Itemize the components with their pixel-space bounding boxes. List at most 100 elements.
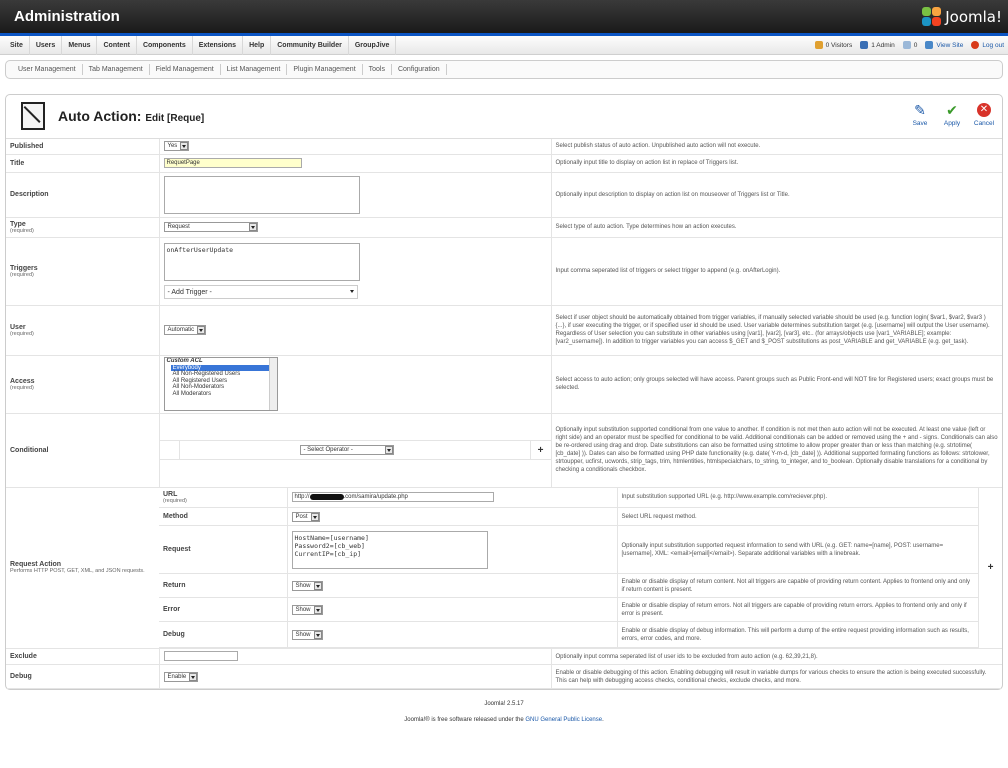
exclude-input[interactable] xyxy=(163,650,238,661)
method-value: Post xyxy=(295,513,308,520)
submenu-list-management[interactable]: List Management xyxy=(221,64,288,75)
save-button[interactable]: ✎ Save xyxy=(907,100,933,128)
method-desc: Select URL request method. xyxy=(617,507,978,526)
add-trigger-select[interactable]: - Add Trigger - xyxy=(163,285,358,299)
menu-community-builder[interactable]: Community Builder xyxy=(271,35,349,55)
type-value: Request xyxy=(167,224,190,230)
url-desc: Input substitution supported URL (e.g. h… xyxy=(617,487,978,508)
user-required: (required) xyxy=(10,330,34,337)
debug-value: Enable xyxy=(167,673,187,680)
page-title: Auto Action: Edit [Reque] xyxy=(58,108,204,124)
joomla-logo[interactable]: Joomla! xyxy=(922,7,1002,27)
request-debug-value: Show xyxy=(295,631,311,638)
url-value-pre: http:// xyxy=(294,494,310,501)
dropdown-arrow-icon xyxy=(310,512,319,521)
visitors-status[interactable]: 0 Visitors xyxy=(814,41,853,49)
type-required: (required) xyxy=(10,227,34,234)
description-desc: Optionally input description to display … xyxy=(551,172,1002,218)
cancel-label: Cancel xyxy=(973,120,995,127)
menu-components[interactable]: Components xyxy=(137,35,193,55)
dropdown-arrow-icon xyxy=(180,142,189,151)
published-desc: Select publish status of auto action. Un… xyxy=(551,139,1002,155)
exclude-desc: Optionally input comma seperated list of… xyxy=(551,648,1002,665)
toolbar: Auto Action: Edit [Reque] ✎ Save ✔ Apply… xyxy=(6,95,1002,139)
type-desc: Select type of auto action. Type determi… xyxy=(551,217,1002,238)
request-debug-select[interactable]: Show xyxy=(291,629,323,640)
operator-value: - Select Operator - xyxy=(303,447,353,453)
menu-site[interactable]: Site xyxy=(4,35,30,55)
menu-help[interactable]: Help xyxy=(243,35,272,55)
request-label: Request xyxy=(159,525,287,574)
url-label: URL xyxy=(163,490,178,498)
checkmark-icon: ✔ xyxy=(946,101,958,118)
menu-extensions[interactable]: Extensions xyxy=(193,35,244,55)
access-label: Access xyxy=(10,377,35,385)
menu-menus[interactable]: Menus xyxy=(62,35,98,55)
row-request-action: Request Action Performs HTTP POST, GET, X… xyxy=(6,487,1002,649)
request-desc: Optionally input substitution supported … xyxy=(617,525,978,574)
logout-label: Log out xyxy=(982,41,1004,49)
license-post: . xyxy=(602,717,604,723)
type-select[interactable]: Request xyxy=(163,222,258,232)
admins-label: 1 Admin xyxy=(871,41,895,49)
method-select[interactable]: Post xyxy=(291,511,320,522)
access-option[interactable]: All Moderators xyxy=(171,391,277,398)
license-pre: Joomla!® is free software released under… xyxy=(404,717,526,723)
url-required: (required) xyxy=(163,497,187,504)
menu-groupjive[interactable]: GroupJive xyxy=(349,35,397,55)
return-value: Show xyxy=(295,582,311,589)
access-required: (required) xyxy=(10,384,34,391)
app-title: Administration xyxy=(14,8,120,25)
view-site-label: View Site xyxy=(936,41,964,49)
row-conditional: Conditional - Select Operator - + Option… xyxy=(6,413,1002,488)
row-debug: Debug Enable Enable or disable debugging… xyxy=(6,664,1002,689)
published-select[interactable]: Yes xyxy=(163,141,190,152)
dropdown-arrow-icon xyxy=(313,630,322,639)
user-desc: Select if user object should be automati… xyxy=(551,305,1002,356)
type-label: Type xyxy=(10,220,26,228)
auto-action-form: Published Yes Select publish status of a… xyxy=(6,139,1002,689)
logo-text: Joomla! xyxy=(945,8,1002,26)
request-action-table: URL (required) http:// .com/samira/update.… xyxy=(159,487,978,648)
messages-status[interactable]: 0 xyxy=(902,41,917,49)
visitors-label: 0 Visitors xyxy=(825,41,853,49)
return-select[interactable]: Show xyxy=(291,580,323,591)
admins-status[interactable]: 1 Admin xyxy=(860,41,895,49)
user-select[interactable]: Automatic xyxy=(163,325,207,335)
row-request: Request HostName=[username] Password2=[c… xyxy=(159,525,978,574)
user-label-cell: User (required) xyxy=(6,305,159,356)
debug-select[interactable]: Enable xyxy=(163,671,199,682)
add-request-action-button[interactable]: + xyxy=(978,487,1002,648)
save-icon: ✎ xyxy=(914,101,926,118)
description-textarea[interactable] xyxy=(163,175,360,214)
edit-panel: Auto Action: Edit [Reque] ✎ Save ✔ Apply… xyxy=(5,94,1003,690)
return-label: Return xyxy=(159,573,287,598)
gpl-link[interactable]: GNU General Public License xyxy=(525,717,602,723)
access-listbox[interactable]: Custom ACL Everybody All Non-Registered … xyxy=(163,357,278,411)
error-label: Error xyxy=(159,597,287,622)
operator-select[interactable]: - Select Operator - xyxy=(299,445,394,455)
title-input[interactable]: RequetPage xyxy=(163,158,302,168)
request-textarea[interactable]: HostName=[username] Password2=[cb_web] C… xyxy=(291,530,488,569)
triggers-textarea[interactable]: onAfterUserUpdate xyxy=(163,243,360,281)
menu-users[interactable]: Users xyxy=(30,35,63,55)
submenu-tab-management[interactable]: Tab Management xyxy=(83,64,150,75)
main-menubar: Site Users Menus Content Components Exte… xyxy=(0,35,1008,55)
logout-link[interactable]: Log out xyxy=(971,41,1004,49)
submenu-user-management[interactable]: User Management xyxy=(12,64,83,75)
url-input[interactable]: http:// .com/samira/update.php xyxy=(291,492,494,503)
submenu-field-management[interactable]: Field Management xyxy=(150,64,221,75)
submenu-configuration[interactable]: Configuration xyxy=(392,64,447,75)
access-scrollbar[interactable] xyxy=(268,358,277,410)
request-line: Password2=[cb_web] xyxy=(294,541,365,550)
add-conditional-button[interactable]: + xyxy=(531,445,551,456)
debug-label: Debug xyxy=(6,664,159,689)
menu-content[interactable]: Content xyxy=(97,35,137,55)
view-site-link[interactable]: View Site xyxy=(925,41,963,49)
apply-button[interactable]: ✔ Apply xyxy=(939,100,965,128)
cancel-button[interactable]: ✕ Cancel xyxy=(971,100,997,127)
submenu-tools[interactable]: Tools xyxy=(363,64,392,75)
title-label: Title xyxy=(6,154,159,173)
submenu-plugin-management[interactable]: Plugin Management xyxy=(287,64,363,75)
error-select[interactable]: Show xyxy=(291,604,323,615)
